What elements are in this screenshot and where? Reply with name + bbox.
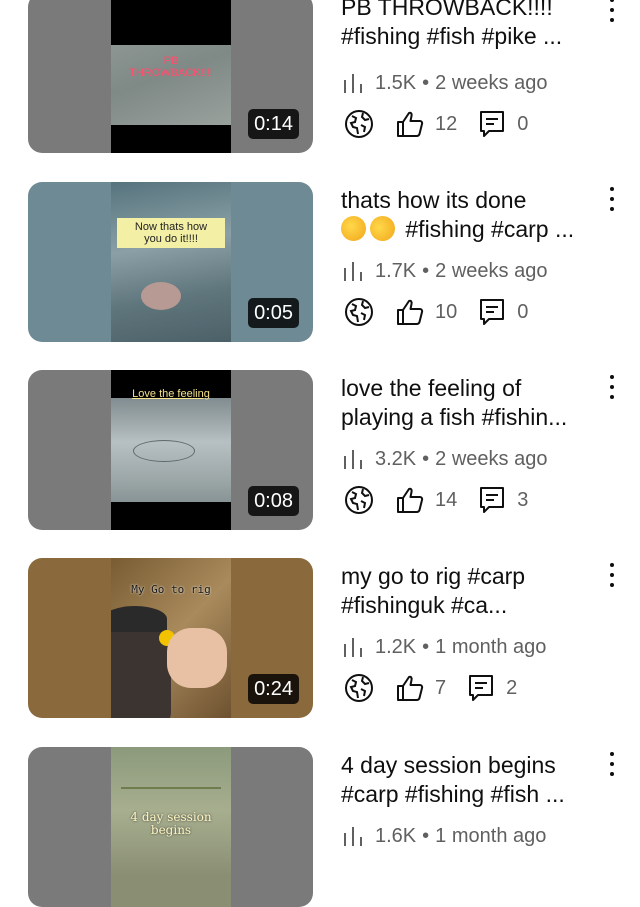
smiling-face-with-sweat-emoji bbox=[341, 216, 366, 241]
video-item[interactable]: PB THROWBACK!!!! 0:14 PB THROWBACK!!!! #… bbox=[0, 0, 640, 153]
like-count: 7 bbox=[435, 676, 447, 699]
meta-separator: • bbox=[422, 824, 430, 847]
like-icon[interactable] bbox=[395, 297, 425, 327]
video-actions: 12 0 bbox=[343, 108, 528, 140]
video-thumbnail[interactable]: Love the feeling 0:08 bbox=[28, 370, 313, 530]
public-globe-icon[interactable] bbox=[343, 296, 375, 328]
more-vert-icon[interactable] bbox=[598, 0, 626, 25]
video-thumbnail[interactable]: PB THROWBACK!!!! 0:14 bbox=[28, 0, 313, 153]
video-title-hashtags: #fishing #carp ... bbox=[405, 216, 575, 242]
video-thumbnail[interactable]: My Go to rig 0:24 bbox=[28, 558, 313, 718]
thumbnail-overlay-text: PB THROWBACK!!!! bbox=[129, 55, 213, 80]
view-count: 3.2K bbox=[375, 447, 417, 470]
upload-age: 2 weeks ago bbox=[435, 447, 548, 470]
duration-badge: 0:08 bbox=[248, 486, 299, 516]
thumbnail-frame: Love the feeling bbox=[111, 370, 231, 530]
video-meta: 1.6K • 1 month ago bbox=[341, 823, 546, 849]
upload-age: 1 month ago bbox=[435, 635, 547, 658]
video-meta: 1.5K • 2 weeks ago bbox=[341, 70, 547, 96]
upload-age: 2 weeks ago bbox=[435, 71, 548, 94]
public-globe-icon[interactable] bbox=[343, 484, 375, 516]
video-title[interactable]: PB THROWBACK!!!! #fishing #fish #pike ..… bbox=[341, 0, 596, 51]
like-icon[interactable] bbox=[395, 109, 425, 139]
video-title-line: thats how its done bbox=[341, 187, 527, 213]
video-meta: 1.7K • 2 weeks ago bbox=[341, 258, 547, 284]
comment-icon[interactable] bbox=[466, 673, 496, 703]
meta-separator: • bbox=[422, 447, 430, 470]
thumbnail-overlay-text: My Go to rig bbox=[131, 583, 211, 596]
more-vert-icon[interactable] bbox=[598, 749, 626, 779]
bar-chart-icon bbox=[344, 450, 362, 469]
view-count: 1.2K bbox=[375, 635, 417, 658]
duration-badge: 0:24 bbox=[248, 674, 299, 704]
thumbnail-frame: 4 day session begins bbox=[111, 747, 231, 907]
comment-icon[interactable] bbox=[477, 485, 507, 515]
meta-separator: • bbox=[422, 259, 430, 282]
video-title[interactable]: love the feeling of playing a fish #fish… bbox=[341, 374, 596, 432]
comment-icon[interactable] bbox=[477, 297, 507, 327]
video-actions: 14 3 bbox=[343, 484, 528, 516]
like-count: 12 bbox=[435, 112, 458, 135]
video-actions: 7 2 bbox=[343, 672, 517, 704]
bar-chart-icon bbox=[344, 262, 362, 281]
public-globe-icon[interactable] bbox=[343, 108, 375, 140]
comment-count: 2 bbox=[506, 676, 518, 699]
more-vert-icon[interactable] bbox=[598, 372, 626, 402]
view-count: 1.6K bbox=[375, 824, 417, 847]
bar-chart-icon bbox=[344, 638, 362, 657]
bar-chart-icon bbox=[344, 827, 362, 846]
thumbnail-overlay-text: Love the feeling bbox=[132, 388, 210, 400]
like-icon[interactable] bbox=[395, 485, 425, 515]
rolling-on-the-floor-laughing-emoji bbox=[365, 211, 400, 244]
comment-icon[interactable] bbox=[477, 109, 507, 139]
video-title[interactable]: my go to rig #carp #fishinguk #ca... bbox=[341, 562, 596, 620]
video-meta: 1.2K • 1 month ago bbox=[341, 634, 546, 660]
view-count: 1.5K bbox=[375, 71, 417, 94]
like-count: 10 bbox=[435, 300, 458, 323]
video-item[interactable]: 4 day session begins 4 day session begin… bbox=[0, 747, 640, 907]
video-item[interactable]: Now thats how you do it!!!! 0:05 thats h… bbox=[0, 182, 640, 342]
comment-count: 0 bbox=[517, 300, 529, 323]
video-thumbnail[interactable]: 4 day session begins bbox=[28, 747, 313, 907]
more-vert-icon[interactable] bbox=[598, 184, 626, 214]
upload-age: 2 weeks ago bbox=[435, 259, 548, 282]
video-thumbnail[interactable]: Now thats how you do it!!!! 0:05 bbox=[28, 182, 313, 342]
comment-count: 0 bbox=[517, 112, 529, 135]
video-title[interactable]: thats how its done #fishing #carp ... bbox=[341, 186, 596, 244]
video-title[interactable]: 4 day session begins #carp #fishing #fis… bbox=[341, 751, 596, 809]
video-item[interactable]: My Go to rig 0:24 my go to rig #carp #fi… bbox=[0, 558, 640, 718]
thumbnail-frame: My Go to rig bbox=[111, 558, 231, 718]
upload-age: 1 month ago bbox=[435, 824, 547, 847]
video-item[interactable]: Love the feeling 0:08 love the feeling o… bbox=[0, 370, 640, 530]
like-icon[interactable] bbox=[395, 673, 425, 703]
like-count: 14 bbox=[435, 488, 458, 511]
video-meta: 3.2K • 2 weeks ago bbox=[341, 446, 547, 472]
meta-separator: • bbox=[422, 71, 430, 94]
duration-badge: 0:14 bbox=[248, 109, 299, 139]
public-globe-icon[interactable] bbox=[343, 672, 375, 704]
meta-separator: • bbox=[422, 635, 430, 658]
thumbnail-frame: PB THROWBACK!!!! bbox=[111, 0, 231, 153]
duration-badge: 0:05 bbox=[248, 298, 299, 328]
thumbnail-overlay-text: Now thats how you do it!!!! bbox=[117, 218, 225, 249]
comment-count: 3 bbox=[517, 488, 529, 511]
thumbnail-frame: Now thats how you do it!!!! bbox=[111, 182, 231, 342]
more-vert-icon[interactable] bbox=[598, 560, 626, 590]
thumbnail-overlay-text: 4 day session begins bbox=[130, 810, 212, 838]
bar-chart-icon bbox=[344, 74, 362, 93]
video-actions: 10 0 bbox=[343, 296, 528, 328]
view-count: 1.7K bbox=[375, 259, 417, 282]
